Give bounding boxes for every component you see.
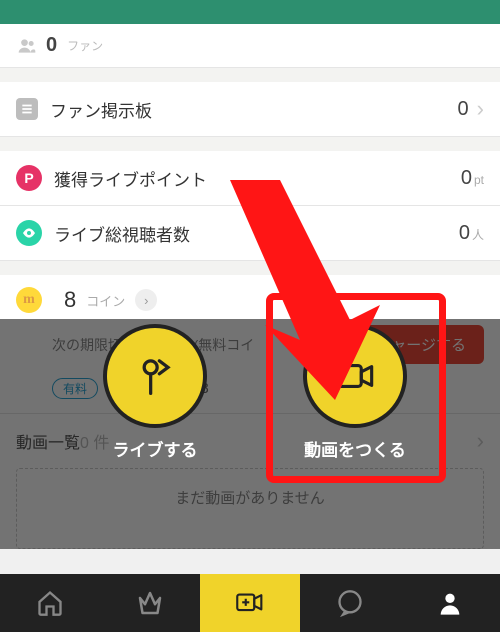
fans-icon (16, 36, 38, 56)
coin-icon: m (16, 287, 42, 313)
live-icon (107, 328, 203, 424)
viewers-row[interactable]: ライブ総視聴者数 0 人 (0, 206, 500, 261)
viewers-value: 0 (459, 222, 470, 245)
points-icon: P (16, 165, 42, 191)
tab-ranking[interactable] (100, 574, 200, 632)
tab-profile[interactable] (400, 574, 500, 632)
tab-home[interactable] (0, 574, 100, 632)
viewers-unit: 人 (472, 226, 484, 243)
coin-row[interactable]: m 8 コイン › (0, 275, 500, 319)
chevron-right-icon: › (135, 289, 157, 311)
points-unit: pt (474, 173, 484, 187)
modal-overlay (0, 319, 500, 549)
tab-create[interactable] (200, 574, 300, 632)
create-label: 動画をつくる (290, 436, 420, 461)
tab-bar (0, 574, 500, 632)
chevron-right-icon: › (477, 96, 484, 122)
coin-label: コイン (86, 291, 125, 310)
coin-count: 8 (64, 287, 76, 313)
points-label: 獲得ライブポイント (54, 166, 461, 191)
header-bar (0, 0, 500, 24)
fan-count: 0 (46, 34, 57, 57)
tab-messages[interactable] (300, 574, 400, 632)
fans-row: 0 ファン (0, 24, 500, 68)
viewers-icon (16, 220, 42, 246)
fan-board-row[interactable]: ファン掲示板 0 › (0, 82, 500, 137)
points-row[interactable]: P 獲得ライブポイント 0 pt (0, 151, 500, 206)
go-live-button[interactable]: ライブする (90, 328, 220, 461)
video-camera-icon (307, 328, 403, 424)
board-value: 0 (458, 98, 469, 121)
board-icon (16, 98, 38, 120)
viewers-label: ライブ総視聴者数 (54, 221, 459, 246)
create-video-button[interactable]: 動画をつくる (290, 328, 420, 461)
fan-label: ファン (67, 37, 103, 54)
points-value: 0 (461, 167, 472, 190)
live-label: ライブする (90, 436, 220, 461)
board-label: ファン掲示板 (50, 97, 458, 122)
